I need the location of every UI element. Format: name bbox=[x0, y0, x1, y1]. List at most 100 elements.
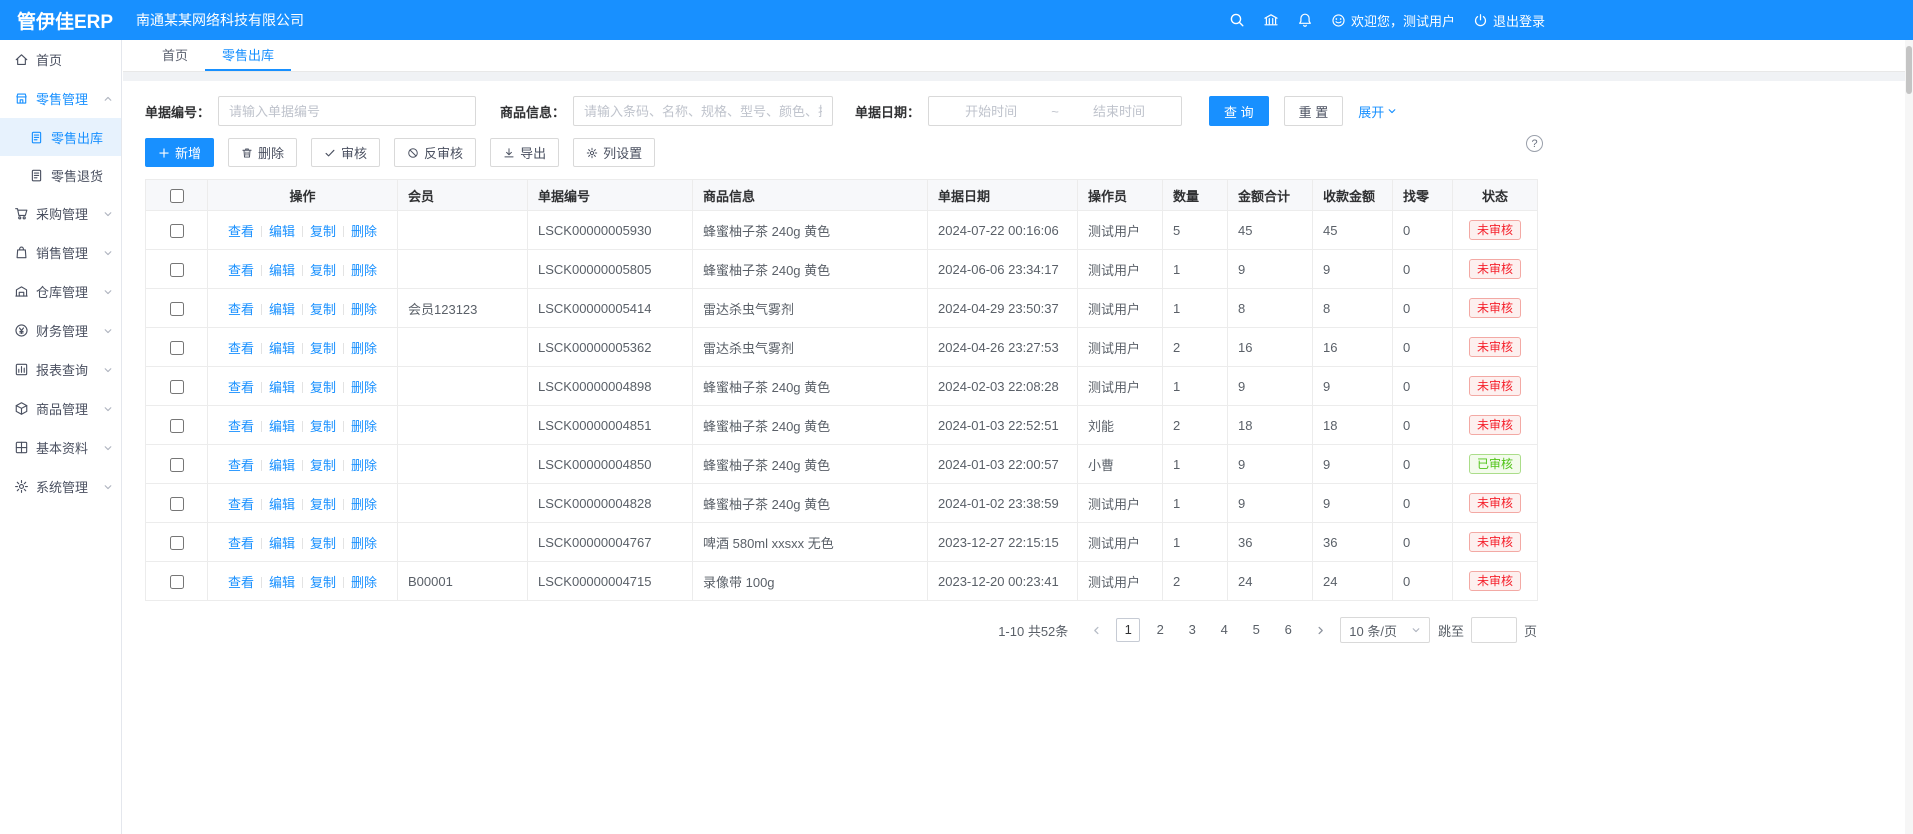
select-all-checkbox[interactable] bbox=[170, 189, 184, 203]
page-button-6[interactable]: 6 bbox=[1276, 618, 1300, 642]
edit-link[interactable]: 编辑 bbox=[269, 419, 295, 434]
row-checkbox[interactable] bbox=[170, 536, 184, 550]
page-button-3[interactable]: 3 bbox=[1180, 618, 1204, 642]
row-checkbox[interactable] bbox=[170, 419, 184, 433]
reset-button[interactable]: 重 置 bbox=[1284, 96, 1344, 126]
product-info-input[interactable] bbox=[573, 96, 833, 126]
col-select bbox=[146, 211, 208, 250]
view-link[interactable]: 查看 bbox=[228, 419, 254, 434]
row-checkbox[interactable] bbox=[170, 263, 184, 277]
view-link[interactable]: 查看 bbox=[228, 575, 254, 590]
row-checkbox[interactable] bbox=[170, 497, 184, 511]
page-button-2[interactable]: 2 bbox=[1148, 618, 1172, 642]
column-settings-button[interactable]: 列设置 bbox=[573, 138, 655, 167]
vertical-scrollbar[interactable] bbox=[1905, 40, 1913, 834]
col-product: 蜂蜜柚子茶 240g 黄色 bbox=[693, 367, 928, 406]
edit-link[interactable]: 编辑 bbox=[269, 458, 295, 473]
bag-icon bbox=[14, 245, 29, 260]
sidebar-item-retail-return[interactable]: 零售退货 bbox=[0, 156, 121, 194]
sidebar-item-home[interactable]: 首页 bbox=[0, 40, 121, 79]
page-button-4[interactable]: 4 bbox=[1212, 618, 1236, 642]
bell-icon[interactable] bbox=[1297, 12, 1313, 28]
row-checkbox[interactable] bbox=[170, 575, 184, 589]
copy-link[interactable]: 复制 bbox=[310, 380, 336, 395]
jump-input[interactable] bbox=[1471, 617, 1517, 643]
row-checkbox[interactable] bbox=[170, 380, 184, 394]
edit-link[interactable]: 编辑 bbox=[269, 263, 295, 278]
search-icon[interactable] bbox=[1229, 12, 1245, 28]
sidebar-item-finance[interactable]: 财务管理 bbox=[0, 311, 121, 350]
sidebar-item-sales[interactable]: 销售管理 bbox=[0, 233, 121, 272]
page-size-select[interactable]: 10 条/页 bbox=[1340, 617, 1430, 643]
copy-link[interactable]: 复制 bbox=[310, 224, 336, 239]
delete-link[interactable]: 删除 bbox=[351, 536, 377, 551]
edit-link[interactable]: 编辑 bbox=[269, 224, 295, 239]
date-range-picker[interactable]: ~ bbox=[928, 96, 1182, 126]
welcome-user[interactable]: 欢迎您，测试用户 bbox=[1331, 11, 1455, 30]
edit-link[interactable]: 编辑 bbox=[269, 536, 295, 551]
view-link[interactable]: 查看 bbox=[228, 380, 254, 395]
sidebar-item-purchase[interactable]: 采购管理 bbox=[0, 194, 121, 233]
view-link[interactable]: 查看 bbox=[228, 224, 254, 239]
copy-link[interactable]: 复制 bbox=[310, 341, 336, 356]
sidebar-item-retail[interactable]: 零售管理 bbox=[0, 79, 121, 118]
delete-link[interactable]: 删除 bbox=[351, 497, 377, 512]
copy-link[interactable]: 复制 bbox=[310, 458, 336, 473]
logout-button[interactable]: 退出登录 bbox=[1473, 11, 1545, 30]
copy-link[interactable]: 复制 bbox=[310, 497, 336, 512]
view-link[interactable]: 查看 bbox=[228, 302, 254, 317]
delete-link[interactable]: 删除 bbox=[351, 263, 377, 278]
view-link[interactable]: 查看 bbox=[228, 536, 254, 551]
view-link[interactable]: 查看 bbox=[228, 458, 254, 473]
sidebar-item-warehouse[interactable]: 仓库管理 bbox=[0, 272, 121, 311]
view-link[interactable]: 查看 bbox=[228, 497, 254, 512]
bank-icon[interactable] bbox=[1263, 12, 1279, 28]
edit-link[interactable]: 编辑 bbox=[269, 341, 295, 356]
date-end-input[interactable] bbox=[1063, 97, 1175, 125]
row-checkbox[interactable] bbox=[170, 224, 184, 238]
sidebar-item-system[interactable]: 系统管理 bbox=[0, 467, 121, 506]
page-button-5[interactable]: 5 bbox=[1244, 618, 1268, 642]
edit-link[interactable]: 编辑 bbox=[269, 380, 295, 395]
delete-link[interactable]: 删除 bbox=[351, 419, 377, 434]
expand-toggle[interactable]: 展开 bbox=[1358, 102, 1397, 121]
audit-button[interactable]: 审核 bbox=[311, 138, 380, 167]
copy-link[interactable]: 复制 bbox=[310, 575, 336, 590]
export-button[interactable]: 导出 bbox=[490, 138, 559, 167]
sidebar-item-goods[interactable]: 商品管理 bbox=[0, 389, 121, 428]
date-start-input[interactable] bbox=[935, 97, 1047, 125]
view-link[interactable]: 查看 bbox=[228, 341, 254, 356]
row-checkbox[interactable] bbox=[170, 341, 184, 355]
delete-link[interactable]: 删除 bbox=[351, 458, 377, 473]
row-checkbox[interactable] bbox=[170, 302, 184, 316]
copy-link[interactable]: 复制 bbox=[310, 419, 336, 434]
sidebar-item-report[interactable]: 报表查询 bbox=[0, 350, 121, 389]
edit-link[interactable]: 编辑 bbox=[269, 575, 295, 590]
sidebar-item-basic[interactable]: 基本资料 bbox=[0, 428, 121, 467]
delete-link[interactable]: 删除 bbox=[351, 575, 377, 590]
row-checkbox[interactable] bbox=[170, 458, 184, 472]
prev-page-button[interactable] bbox=[1084, 618, 1108, 642]
delete-link[interactable]: 删除 bbox=[351, 302, 377, 317]
view-link[interactable]: 查看 bbox=[228, 263, 254, 278]
next-page-button[interactable] bbox=[1308, 618, 1332, 642]
bill-no-input[interactable] bbox=[218, 96, 476, 126]
delete-link[interactable]: 删除 bbox=[351, 341, 377, 356]
copy-link[interactable]: 复制 bbox=[310, 263, 336, 278]
help-icon[interactable]: ? bbox=[1526, 135, 1543, 152]
page-button-1[interactable]: 1 bbox=[1116, 618, 1140, 642]
scrollbar-thumb[interactable] bbox=[1906, 46, 1912, 94]
tab-retail-outbound[interactable]: 零售出库 bbox=[205, 40, 291, 71]
edit-link[interactable]: 编辑 bbox=[269, 497, 295, 512]
delete-link[interactable]: 删除 bbox=[351, 380, 377, 395]
edit-link[interactable]: 编辑 bbox=[269, 302, 295, 317]
search-button[interactable]: 查 询 bbox=[1209, 96, 1269, 126]
delete-link[interactable]: 删除 bbox=[351, 224, 377, 239]
sidebar-item-retail-outbound[interactable]: 零售出库 bbox=[0, 118, 121, 156]
copy-link[interactable]: 复制 bbox=[310, 302, 336, 317]
delete-button[interactable]: 删除 bbox=[228, 138, 297, 167]
copy-link[interactable]: 复制 bbox=[310, 536, 336, 551]
tab-home[interactable]: 首页 bbox=[145, 40, 205, 71]
add-button[interactable]: 新增 bbox=[145, 138, 214, 167]
unaudit-button[interactable]: 反审核 bbox=[394, 138, 476, 167]
